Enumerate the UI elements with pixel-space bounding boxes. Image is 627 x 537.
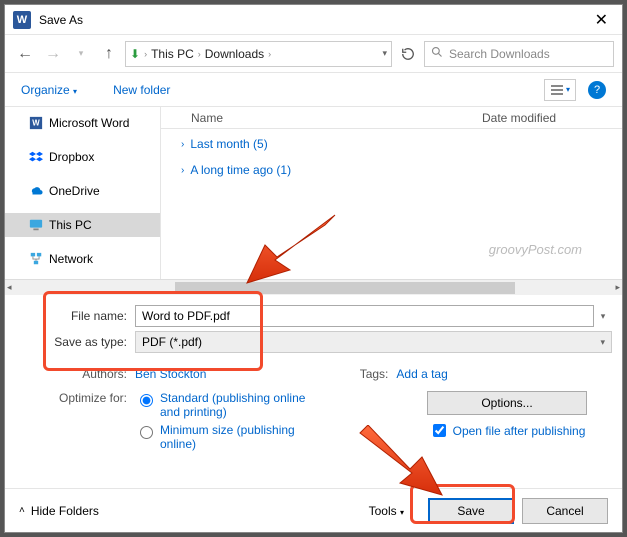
path-segment[interactable]: This PC — [151, 47, 194, 61]
network-icon — [29, 252, 43, 266]
save-as-dialog: W Save As ✕ ← → ▾ ↑ ⬇ › This PC › Downlo… — [4, 4, 623, 533]
file-pane: Name Date modified › Last month (5) › A … — [161, 107, 622, 279]
meta-row: Authors: Ben Stockton Tags: Add a tag — [5, 363, 622, 385]
savetype-select[interactable]: PDF (*.pdf) ▾ — [135, 331, 612, 353]
optimize-label: Optimize for: — [15, 391, 135, 455]
down-arrow-icon: ⬇ — [130, 47, 140, 61]
recent-dropdown[interactable]: ▾ — [69, 42, 93, 66]
toolbar: Organize ▾ New folder ▾ ? — [5, 73, 622, 107]
chevron-right-icon: › — [198, 49, 201, 59]
nav-bar: ← → ▾ ↑ ⬇ › This PC › Downloads › ▾ Sear… — [5, 35, 622, 73]
view-button[interactable]: ▾ — [544, 79, 576, 101]
chevron-right-icon: › — [181, 165, 184, 176]
forward-button[interactable]: → — [41, 42, 65, 66]
chevron-right-icon: › — [144, 49, 147, 59]
cancel-button[interactable]: Cancel — [522, 498, 608, 524]
watermark: groovyPost.com — [489, 242, 582, 257]
options-button[interactable]: Options... — [427, 391, 587, 415]
address-bar[interactable]: ⬇ › This PC › Downloads › ▾ — [125, 41, 392, 67]
sidebar-item-network[interactable]: Network — [5, 247, 160, 271]
word-app-icon: W — [13, 11, 31, 29]
chevron-right-icon: › — [268, 49, 271, 59]
filename-label: File name: — [15, 309, 135, 323]
savetype-label: Save as type: — [15, 335, 135, 349]
up-button[interactable]: ↑ — [97, 42, 121, 66]
titlebar: W Save As ✕ — [5, 5, 622, 35]
svg-text:W: W — [32, 119, 40, 128]
word-icon: W — [29, 116, 43, 130]
sidebar-item-dropbox[interactable]: Dropbox — [5, 145, 160, 169]
chevron-up-icon: ˄ — [19, 505, 25, 516]
close-button[interactable]: ✕ — [589, 10, 614, 30]
optimize-standard-radio[interactable]: Standard (publishing online and printing… — [135, 391, 310, 419]
filename-input[interactable] — [135, 305, 594, 327]
main-area: W Microsoft Word Dropbox OneDrive This P… — [5, 107, 622, 279]
tags-label: Tags: — [346, 367, 396, 381]
sidebar-item-word[interactable]: W Microsoft Word — [5, 111, 160, 135]
path-segment[interactable]: Downloads — [205, 47, 264, 61]
back-button[interactable]: ← — [13, 42, 37, 66]
organize-menu[interactable]: Organize ▾ — [21, 83, 77, 97]
onedrive-icon — [29, 184, 43, 198]
sidebar-item-onedrive[interactable]: OneDrive — [5, 179, 160, 203]
search-input[interactable]: Search Downloads — [424, 41, 614, 67]
tags-value[interactable]: Add a tag — [396, 367, 447, 381]
file-header: Name Date modified — [161, 107, 622, 129]
col-date[interactable]: Date modified — [482, 111, 612, 125]
horizontal-scrollbar[interactable]: ◂ ▸ — [5, 279, 622, 295]
authors-label: Authors: — [15, 367, 135, 381]
file-group[interactable]: › A long time ago (1) — [161, 155, 622, 181]
open-after-checkbox[interactable]: Open file after publishing — [402, 421, 612, 440]
tools-menu[interactable]: Tools ▾ — [369, 504, 404, 518]
help-button[interactable]: ? — [588, 81, 606, 99]
footer: ˄ Hide Folders Tools ▾ Save Cancel — [5, 488, 622, 532]
save-form: File name: ▾ Save as type: PDF (*.pdf) ▾ — [5, 295, 622, 363]
chevron-right-icon: › — [181, 139, 184, 150]
refresh-button[interactable] — [396, 42, 420, 66]
nav-sidebar: W Microsoft Word Dropbox OneDrive This P… — [5, 107, 161, 279]
optimize-minimum-radio[interactable]: Minimum size (publishing online) — [135, 423, 310, 451]
path-dropdown-icon[interactable]: ▾ — [382, 48, 387, 59]
authors-value[interactable]: Ben Stockton — [135, 367, 206, 381]
new-folder-button[interactable]: New folder — [113, 83, 170, 97]
optimize-row: Optimize for: Standard (publishing onlin… — [5, 385, 622, 461]
search-icon — [431, 46, 443, 61]
thispc-icon — [29, 218, 43, 232]
col-name[interactable]: Name — [171, 111, 482, 125]
save-button[interactable]: Save — [428, 498, 514, 524]
search-placeholder: Search Downloads — [449, 47, 550, 61]
file-group[interactable]: › Last month (5) — [161, 129, 622, 155]
dialog-title: Save As — [39, 13, 83, 27]
sidebar-item-thispc[interactable]: This PC — [5, 213, 160, 237]
dropbox-icon — [29, 150, 43, 164]
hide-folders-button[interactable]: ˄ Hide Folders — [19, 504, 99, 518]
